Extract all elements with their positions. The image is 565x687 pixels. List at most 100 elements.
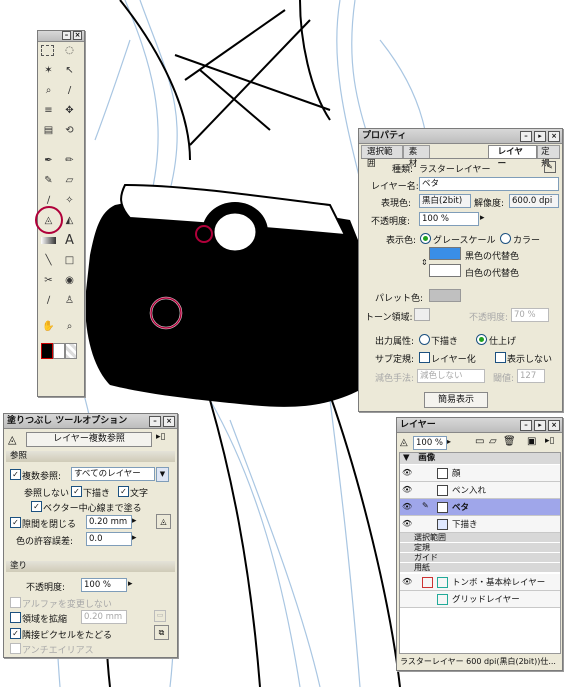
adjacent-mode-icon[interactable]: ⧉ (154, 625, 169, 640)
move-icon[interactable]: ✥ (62, 103, 77, 118)
pen-icon[interactable]: ✒ (41, 153, 56, 168)
layers-titlebar[interactable]: レイヤー – ▸ × (397, 418, 562, 433)
grayscale-radio[interactable] (420, 233, 431, 244)
fill-mode-button[interactable]: レイヤー複数参照 (26, 432, 152, 447)
draft-checkbox[interactable]: ✓ (71, 486, 82, 497)
close-icon[interactable]: × (548, 131, 560, 142)
eye-icon[interactable]: 👁 (402, 577, 414, 587)
close-gap-arrow-icon[interactable]: ▸ (132, 516, 137, 526)
simple-display-button[interactable]: 簡易表示 (424, 392, 488, 408)
tab-ruler[interactable]: 定規 (537, 145, 560, 169)
layer-zoom-field[interactable]: 100 % (413, 436, 447, 450)
brush-icon[interactable]: ✎ (41, 173, 56, 188)
color-radio[interactable] (500, 233, 511, 244)
adjacent-checkbox[interactable]: ✓ (10, 628, 21, 639)
airbrush-icon[interactable]: ✧ (62, 193, 77, 208)
layer-settings-icon[interactable]: ✎ (544, 161, 556, 173)
layer-row-sketch[interactable]: 👁 下描き (400, 516, 560, 533)
tolerance-arrow-icon[interactable]: ▸ (132, 533, 137, 543)
correction-icon[interactable]: ∕ (41, 293, 56, 308)
multi-ref-select[interactable]: すべてのレイヤー (71, 467, 155, 481)
layer-row-face[interactable]: 👁 顔 (400, 465, 560, 482)
multi-ref-checkbox[interactable]: ✓ (10, 469, 21, 480)
eye-icon[interactable]: 👁 (402, 519, 414, 529)
tolerance-field[interactable]: 0.0 (86, 532, 132, 546)
minimize-icon[interactable]: – (520, 420, 532, 431)
no-alpha-checkbox[interactable] (10, 597, 21, 608)
section-reference[interactable]: 参照 (6, 451, 175, 462)
eyedropper-icon[interactable]: / (62, 83, 77, 98)
white-substitute-swatch[interactable] (429, 264, 461, 277)
rect-shape-icon[interactable]: □ (62, 253, 77, 268)
group-expand-icon[interactable]: ▼ (400, 453, 410, 463)
fill-opacity-arrow-icon[interactable]: ▸ (128, 579, 133, 589)
layer-row-inking[interactable]: 👁 ペン入れ (400, 482, 560, 499)
close-gap-field[interactable]: 0.20 mm (86, 515, 132, 529)
pattern-fill-icon[interactable]: ◭ (62, 213, 77, 228)
fill-mode-menu-icon[interactable]: ▸▯ (156, 432, 165, 442)
draft-radio[interactable] (419, 334, 430, 345)
group-selection[interactable]: 選択範囲 (400, 533, 560, 542)
white-swatch[interactable] (53, 343, 65, 359)
finish-radio[interactable] (476, 334, 487, 345)
hide-checkbox[interactable] (495, 352, 506, 363)
vector-checkbox[interactable]: ✓ (31, 501, 42, 512)
hand-icon[interactable]: ✋ (41, 319, 56, 334)
swap-colors-icon[interactable]: ⇕ (421, 258, 428, 267)
trash-icon[interactable]: 🗑 (503, 436, 516, 447)
group-ruler[interactable]: 定規 (400, 543, 560, 552)
group-image[interactable]: ▼ 画像 (400, 453, 560, 464)
expand-checkbox[interactable] (10, 612, 21, 623)
color-swatches[interactable] (41, 343, 79, 359)
menu-icon[interactable]: ▸ (534, 131, 546, 142)
layer-row-beta[interactable]: 👁 ✎ ベタ (400, 499, 560, 516)
tone-area-swatch[interactable] (414, 308, 430, 321)
black-swatch[interactable] (41, 343, 53, 359)
pencil-icon[interactable]: ✏ (62, 153, 77, 168)
balloon-icon[interactable]: ✂ (41, 273, 56, 288)
tab-layer[interactable]: レイヤー (487, 145, 538, 169)
new-layer-icon[interactable]: ▭ (475, 436, 484, 447)
close-icon[interactable]: × (548, 420, 560, 431)
magic-wand-icon[interactable]: ✶ (41, 63, 56, 78)
layer-row-grid[interactable]: グリッドレイヤー (400, 591, 560, 608)
layer-menu-icon[interactable]: ▸▯ (545, 436, 554, 446)
close-icon[interactable]: × (73, 31, 82, 40)
palette-swatch[interactable] (429, 289, 461, 302)
lasso-icon[interactable]: ◌ (62, 43, 77, 58)
tab-selection[interactable]: 選択範囲 (361, 145, 403, 169)
eraser-icon[interactable]: ▱ (62, 173, 77, 188)
opacity-field[interactable]: 100 % (419, 212, 479, 226)
section-fill[interactable]: 塗り (6, 561, 175, 572)
zoom-arrow-icon[interactable]: ▸ (447, 437, 451, 446)
text-icon[interactable]: A (62, 233, 77, 248)
layer-name-field[interactable]: ベタ (419, 177, 559, 191)
chevron-down-icon[interactable]: ▼ (156, 467, 169, 482)
stamp-icon[interactable]: ♙ (62, 293, 77, 308)
layer-row-crop-mark[interactable]: 👁 トンボ・基本枠レイヤー (400, 574, 560, 591)
eye-icon[interactable]: 👁 (402, 468, 414, 478)
tab-material[interactable]: 素材 (402, 145, 430, 169)
close-gap-checkbox[interactable]: ✓ (10, 517, 21, 528)
text-checkbox[interactable]: ✓ (118, 486, 129, 497)
minimize-icon[interactable]: – (520, 131, 532, 142)
properties-titlebar[interactable]: プロパティ – ▸ × (359, 129, 562, 144)
minimize-icon[interactable]: – (149, 416, 161, 427)
new-folder-icon[interactable]: ▱ (489, 436, 497, 447)
tools-titlebar[interactable]: – × (38, 31, 84, 42)
zoom-select-icon[interactable]: ⌕ (41, 83, 56, 98)
transparent-swatch[interactable] (65, 343, 77, 359)
group-guide[interactable]: ガイド (400, 553, 560, 562)
rotate-icon[interactable]: ⟲ (62, 123, 77, 138)
lock-icon[interactable]: ▣ (527, 436, 536, 447)
eye-icon[interactable]: 👁 (402, 485, 414, 495)
opacity-arrow-icon[interactable]: ▸ (480, 213, 485, 223)
fill-opacity-field[interactable]: 100 % (81, 578, 127, 592)
move-select-icon[interactable]: ↖ (62, 63, 77, 78)
zoom-icon[interactable]: ⌕ (62, 319, 77, 334)
group-paper[interactable]: 用紙 (400, 563, 560, 572)
black-substitute-swatch[interactable] (429, 247, 461, 260)
menu-icon[interactable]: ▸ (534, 420, 546, 431)
minimize-icon[interactable]: – (62, 31, 71, 40)
rect-select-icon[interactable] (41, 45, 54, 56)
